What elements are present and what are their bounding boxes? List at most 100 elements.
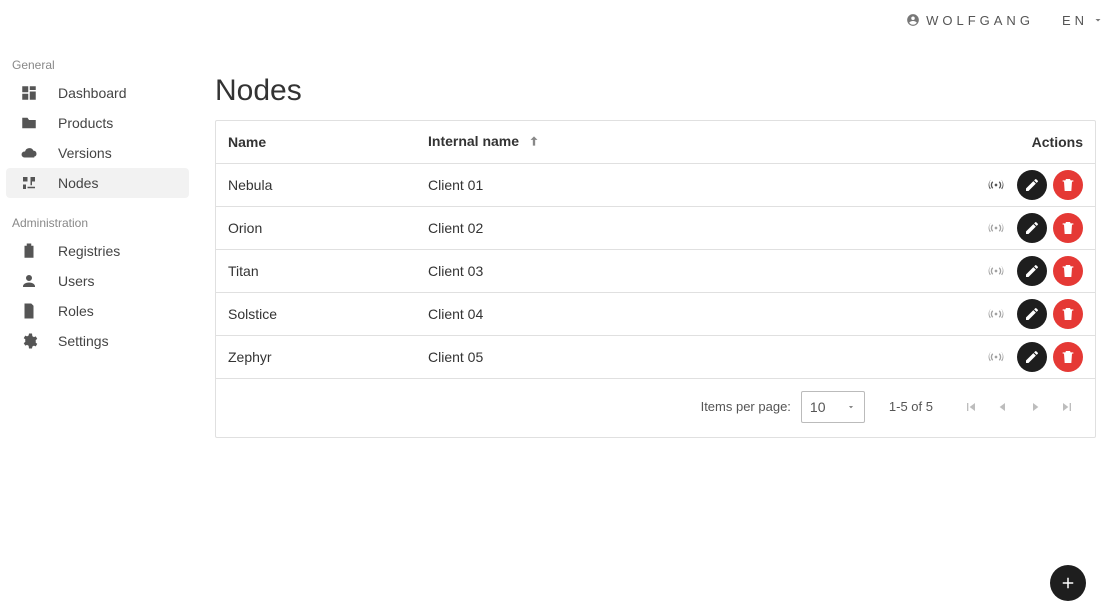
delete-button[interactable] bbox=[1053, 170, 1083, 200]
pencil-icon bbox=[1024, 306, 1040, 322]
topbar: WOLFGANG EN bbox=[0, 0, 1120, 40]
delete-button[interactable] bbox=[1053, 342, 1083, 372]
next-page-button[interactable] bbox=[1021, 393, 1049, 421]
edit-button[interactable] bbox=[1017, 213, 1047, 243]
provision-button[interactable] bbox=[981, 342, 1011, 372]
pencil-icon bbox=[1024, 349, 1040, 365]
main: Nodes Name Internal name Actions Nebula … bbox=[195, 54, 1096, 609]
sidebar-item-label: Dashboard bbox=[58, 85, 127, 101]
sidebar-item-roles[interactable]: Roles bbox=[6, 296, 189, 326]
table-header-row: Name Internal name Actions bbox=[216, 121, 1095, 163]
user-icon bbox=[20, 272, 38, 290]
chevron-down-icon bbox=[1092, 14, 1104, 26]
dashboard-icon bbox=[20, 84, 38, 102]
last-page-button[interactable] bbox=[1053, 393, 1081, 421]
trash-icon bbox=[1060, 177, 1076, 193]
cell-name: Zephyr bbox=[216, 335, 416, 378]
table-row: Nebula Client 01 bbox=[216, 163, 1095, 206]
sidebar-item-nodes[interactable]: Nodes bbox=[6, 168, 189, 198]
provision-button[interactable] bbox=[981, 170, 1011, 200]
column-header-name[interactable]: Name bbox=[216, 121, 416, 163]
broadcast-icon bbox=[988, 263, 1004, 279]
cell-actions bbox=[915, 335, 1095, 378]
table-row: Orion Client 02 bbox=[216, 206, 1095, 249]
column-header-internal-label: Internal name bbox=[428, 133, 519, 149]
last-page-icon bbox=[1059, 398, 1075, 416]
trash-icon bbox=[1060, 306, 1076, 322]
add-node-button[interactable] bbox=[1050, 565, 1086, 601]
first-page-button[interactable] bbox=[957, 393, 985, 421]
nodes-table: Name Internal name Actions Nebula Client… bbox=[216, 121, 1095, 379]
sidebar-item-versions[interactable]: Versions bbox=[6, 138, 189, 168]
column-header-internal[interactable]: Internal name bbox=[416, 121, 915, 163]
sidebar-item-settings[interactable]: Settings bbox=[6, 326, 189, 356]
first-page-icon bbox=[963, 398, 979, 416]
pencil-icon bbox=[1024, 263, 1040, 279]
sidebar-item-dashboard[interactable]: Dashboard bbox=[6, 78, 189, 108]
cell-actions bbox=[915, 206, 1095, 249]
table-row: Zephyr Client 05 bbox=[216, 335, 1095, 378]
cell-actions bbox=[915, 163, 1095, 206]
sidebar-item-label: Registries bbox=[58, 243, 120, 259]
table-footer: Items per page: 10 1-5 of 5 bbox=[216, 379, 1095, 437]
sidebar-item-label: Products bbox=[58, 115, 113, 131]
cell-internal: Client 01 bbox=[416, 163, 915, 206]
language-selector[interactable]: EN bbox=[1062, 13, 1104, 28]
prev-page-button[interactable] bbox=[989, 393, 1017, 421]
role-icon bbox=[20, 302, 38, 320]
folder-icon bbox=[20, 114, 38, 132]
page-title: Nodes bbox=[215, 74, 1096, 108]
provision-button[interactable] bbox=[981, 256, 1011, 286]
sidebar-item-label: Versions bbox=[58, 145, 112, 161]
cell-name: Solstice bbox=[216, 292, 416, 335]
cell-internal: Client 03 bbox=[416, 249, 915, 292]
items-per-page-label: Items per page: bbox=[701, 399, 791, 414]
column-header-actions: Actions bbox=[915, 121, 1095, 163]
sidebar-item-label: Roles bbox=[58, 303, 94, 319]
trash-icon bbox=[1060, 220, 1076, 236]
sidebar-item-registries[interactable]: Registries bbox=[6, 236, 189, 266]
edit-button[interactable] bbox=[1017, 342, 1047, 372]
sort-ascending-icon bbox=[527, 134, 541, 151]
provision-button[interactable] bbox=[981, 299, 1011, 329]
pagination-range: 1-5 of 5 bbox=[889, 399, 933, 414]
cell-name: Nebula bbox=[216, 163, 416, 206]
edit-button[interactable] bbox=[1017, 170, 1047, 200]
sidebar-item-products[interactable]: Products bbox=[6, 108, 189, 138]
broadcast-icon bbox=[988, 177, 1004, 193]
table-row: Titan Client 03 bbox=[216, 249, 1095, 292]
plus-icon bbox=[1059, 574, 1077, 592]
user-chip[interactable]: WOLFGANG bbox=[906, 13, 1034, 28]
nodes-table-card: Name Internal name Actions Nebula Client… bbox=[215, 120, 1096, 438]
nodes-icon bbox=[20, 174, 38, 192]
cloud-icon bbox=[20, 144, 38, 162]
pencil-icon bbox=[1024, 220, 1040, 236]
cell-internal: Client 05 bbox=[416, 335, 915, 378]
sidebar-item-label: Nodes bbox=[58, 175, 98, 191]
provision-button[interactable] bbox=[981, 213, 1011, 243]
username-label: WOLFGANG bbox=[926, 13, 1034, 28]
pencil-icon bbox=[1024, 177, 1040, 193]
sidebar-section-general: General bbox=[0, 50, 195, 78]
items-per-page-select[interactable]: 10 bbox=[801, 391, 865, 423]
table-row: Solstice Client 04 bbox=[216, 292, 1095, 335]
delete-button[interactable] bbox=[1053, 213, 1083, 243]
sidebar-item-label: Settings bbox=[58, 333, 109, 349]
edit-button[interactable] bbox=[1017, 299, 1047, 329]
cell-name: Orion bbox=[216, 206, 416, 249]
account-icon bbox=[906, 13, 920, 27]
trash-icon bbox=[1060, 349, 1076, 365]
items-per-page: Items per page: 10 bbox=[701, 391, 865, 423]
sidebar-section-administration: Administration bbox=[0, 208, 195, 236]
cell-internal: Client 02 bbox=[416, 206, 915, 249]
broadcast-icon bbox=[988, 349, 1004, 365]
language-label: EN bbox=[1062, 13, 1088, 28]
prev-page-icon bbox=[995, 398, 1011, 416]
cell-name: Titan bbox=[216, 249, 416, 292]
edit-button[interactable] bbox=[1017, 256, 1047, 286]
cell-actions bbox=[915, 292, 1095, 335]
sidebar-item-label: Users bbox=[58, 273, 95, 289]
delete-button[interactable] bbox=[1053, 299, 1083, 329]
sidebar-item-users[interactable]: Users bbox=[6, 266, 189, 296]
delete-button[interactable] bbox=[1053, 256, 1083, 286]
